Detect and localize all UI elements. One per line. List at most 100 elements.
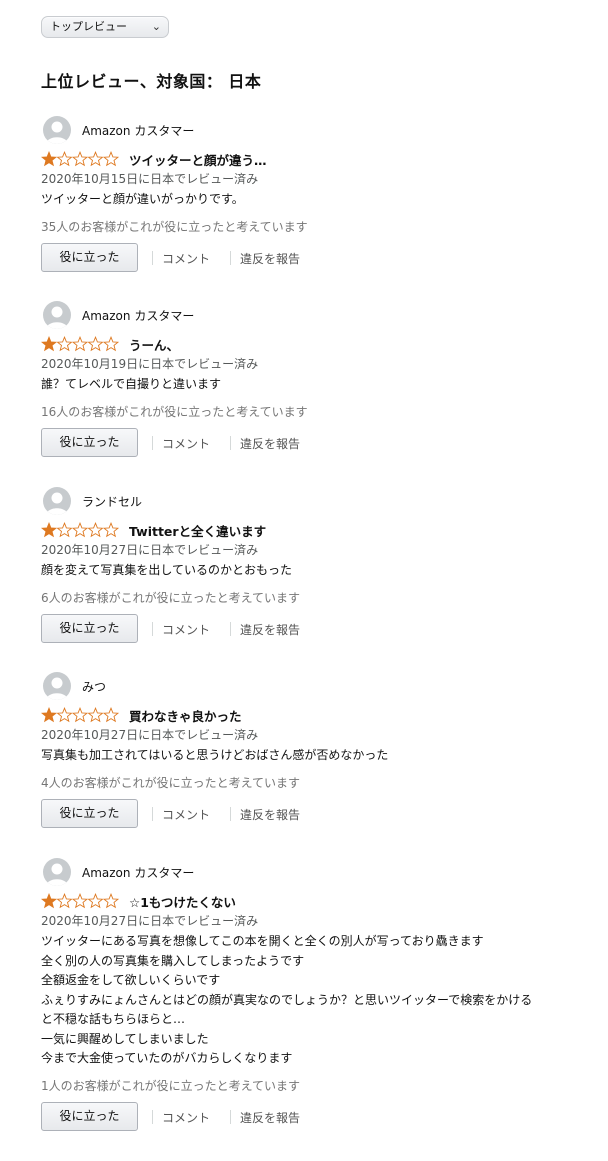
review-item: Amazon カスタマー ☆1もつけたくない 2020年10月27日に日本でレビュー…	[41, 858, 601, 1131]
star-filled-icon	[41, 336, 58, 352]
avatar-icon	[43, 116, 71, 144]
review-actions: 役に立った コメント 違反を報告	[41, 798, 441, 829]
review-item: みつ買わなきゃ良かった 2020年10月27日に日本でレビュー済み写真集も加工され…	[41, 672, 601, 852]
star-empty-icon	[87, 151, 104, 167]
star-empty-icon	[71, 707, 89, 723]
divider	[230, 621, 231, 636]
review-actions: 役に立った コメント 違反を報告	[41, 427, 441, 458]
sort-dropdown[interactable]: トップレビュー ⌄	[41, 16, 169, 38]
star-empty-icon	[87, 336, 104, 352]
review-body: ツイッターにある写真を想像してこの本を開くと全くの別人が写っており驫きます 全く別…	[41, 932, 532, 1069]
review-body-line: 全額返金をして欲しいくらいです	[41, 973, 221, 987]
review-title[interactable]: ツイッターと顔が違う…	[129, 150, 267, 169]
comment-link[interactable]: コメント	[162, 435, 210, 452]
divider	[152, 435, 153, 450]
report-abuse-link[interactable]: 違反を報告	[240, 806, 300, 823]
review-title[interactable]: ☆1もつけたくない	[129, 892, 236, 911]
comment-link[interactable]: コメント	[162, 806, 210, 823]
divider	[230, 806, 231, 821]
review-body-line: と不穏な話もちらほらと…	[41, 1012, 186, 1026]
comment-link[interactable]: コメント	[162, 1109, 210, 1126]
star-empty-icon	[71, 893, 89, 909]
review-body-line: 一気に興醒めしてしまいました	[41, 1031, 209, 1046]
review-body: 誰？てレベルで自撮りと違います	[41, 375, 221, 395]
star-filled-icon	[41, 707, 58, 723]
star-empty-icon	[102, 151, 120, 167]
review-body-line: ツイッターにある写真を想像してこの本を開くと全くの別人が写っており驫きます	[41, 934, 484, 948]
review-body-line: 誰？てレベルで自撮りと違います	[41, 377, 222, 391]
avatar-icon	[43, 672, 71, 700]
helpful-count: 35人のお客様がこれが役に立ったと考えています	[41, 219, 308, 234]
avatar-icon	[43, 301, 71, 329]
comment-link[interactable]: コメント	[162, 250, 210, 267]
helpful-button[interactable]: 役に立った	[41, 1101, 138, 1131]
star-empty-icon	[102, 336, 120, 352]
star-empty-icon	[71, 336, 89, 352]
sort-selected-value: トップレビュー	[50, 20, 127, 33]
helpful-count: 6人のお客様がこれが役に立ったと考えています	[41, 590, 301, 605]
review-item: ランドセル Twitterと全く違います 2020年10月27日に日本でレビュー済み…	[41, 487, 601, 667]
helpful-count: 16人のお客様がこれが役に立ったと考えています	[41, 404, 308, 419]
review-actions: 役に立った コメント 違反を報告	[41, 1101, 441, 1132]
helpful-button[interactable]: 役に立った	[41, 613, 138, 643]
chevron-down-icon: ⌄	[151, 20, 161, 33]
divider	[152, 621, 153, 636]
author-name[interactable]: ランドセル	[82, 493, 142, 510]
report-abuse-link[interactable]: 違反を報告	[240, 1109, 300, 1126]
star-empty-icon	[87, 893, 104, 909]
avatar-icon	[43, 858, 71, 886]
report-abuse-link[interactable]: 違反を報告	[240, 250, 300, 267]
star-empty-icon	[56, 151, 73, 167]
helpful-button[interactable]: 役に立った	[41, 242, 138, 272]
divider	[152, 806, 153, 821]
helpful-button[interactable]: 役に立った	[41, 427, 138, 457]
star-empty-icon	[71, 522, 89, 538]
review-date: 2020年10月15日に日本でレビュー済み	[41, 172, 259, 186]
star-filled-icon	[41, 893, 58, 909]
star-rating	[41, 707, 121, 723]
review-body-line: ふぇりすみにょんさんとはどの顔が真実なのでしょうか？と思いツイッターで検索をかけ…	[41, 992, 533, 1007]
star-rating	[41, 893, 121, 909]
helpful-count: 1人のお客様がこれが役に立ったと考えています	[41, 1078, 301, 1093]
review-title[interactable]: うーん、	[129, 335, 179, 354]
star-empty-icon	[56, 893, 73, 909]
comment-link[interactable]: コメント	[162, 621, 210, 638]
report-abuse-link[interactable]: 違反を報告	[240, 621, 300, 638]
divider	[152, 1109, 153, 1124]
review-title[interactable]: 買わなきゃ良かった	[129, 706, 242, 725]
divider	[230, 435, 231, 450]
star-rating	[41, 151, 121, 167]
review-actions: 役に立った コメント 違反を報告	[41, 242, 441, 273]
helpful-button[interactable]: 役に立った	[41, 798, 138, 828]
review-body: ツイッターと顔が違いがっかりです。	[41, 190, 244, 210]
review-date: 2020年10月27日に日本でレビュー済み	[41, 728, 259, 742]
author-name[interactable]: みつ	[82, 678, 106, 695]
review-title[interactable]: Twitterと全く違います	[129, 521, 266, 540]
review-body-line: 顔を変えて写真集を出しているのかとおもった	[41, 563, 293, 577]
section-title: 上位レビュー、対象国： 日本	[41, 72, 262, 91]
review-date: 2020年10月19日に日本でレビュー済み	[41, 357, 259, 371]
review-body-line: 全く別の人の写真集を購入してしまったようです	[41, 953, 305, 968]
author-name[interactable]: Amazon カスタマー	[82, 864, 194, 881]
review-actions: 役に立った コメント 違反を報告	[41, 613, 441, 644]
divider	[230, 1109, 231, 1124]
star-empty-icon	[56, 522, 73, 538]
divider	[230, 250, 231, 265]
star-empty-icon	[87, 522, 104, 538]
review-date: 2020年10月27日に日本でレビュー済み	[41, 914, 259, 928]
author-name[interactable]: Amazon カスタマー	[82, 122, 194, 139]
review-body: 写真集も加工されてはいると思うけどおばさん感が否めなかった	[41, 746, 388, 766]
review-item: Amazon カスタマーツイッターと顔が違う… 2020年10月15日に日本でレビ…	[41, 116, 601, 296]
review-body-line: ツイッターと顔が違いがっかりです。	[41, 192, 244, 206]
report-abuse-link[interactable]: 違反を報告	[240, 435, 300, 452]
review-body-line: 写真集も加工されてはいると思うけどおばさん感が否めなかった	[41, 748, 389, 762]
star-rating	[41, 522, 121, 538]
star-empty-icon	[71, 151, 89, 167]
star-empty-icon	[102, 522, 120, 538]
review-body: 顔を変えて写真集を出しているのかとおもった	[41, 561, 292, 581]
author-name[interactable]: Amazon カスタマー	[82, 307, 194, 324]
avatar-icon	[43, 487, 71, 515]
star-filled-icon	[41, 151, 58, 167]
star-empty-icon	[56, 707, 73, 723]
star-filled-icon	[41, 522, 58, 538]
